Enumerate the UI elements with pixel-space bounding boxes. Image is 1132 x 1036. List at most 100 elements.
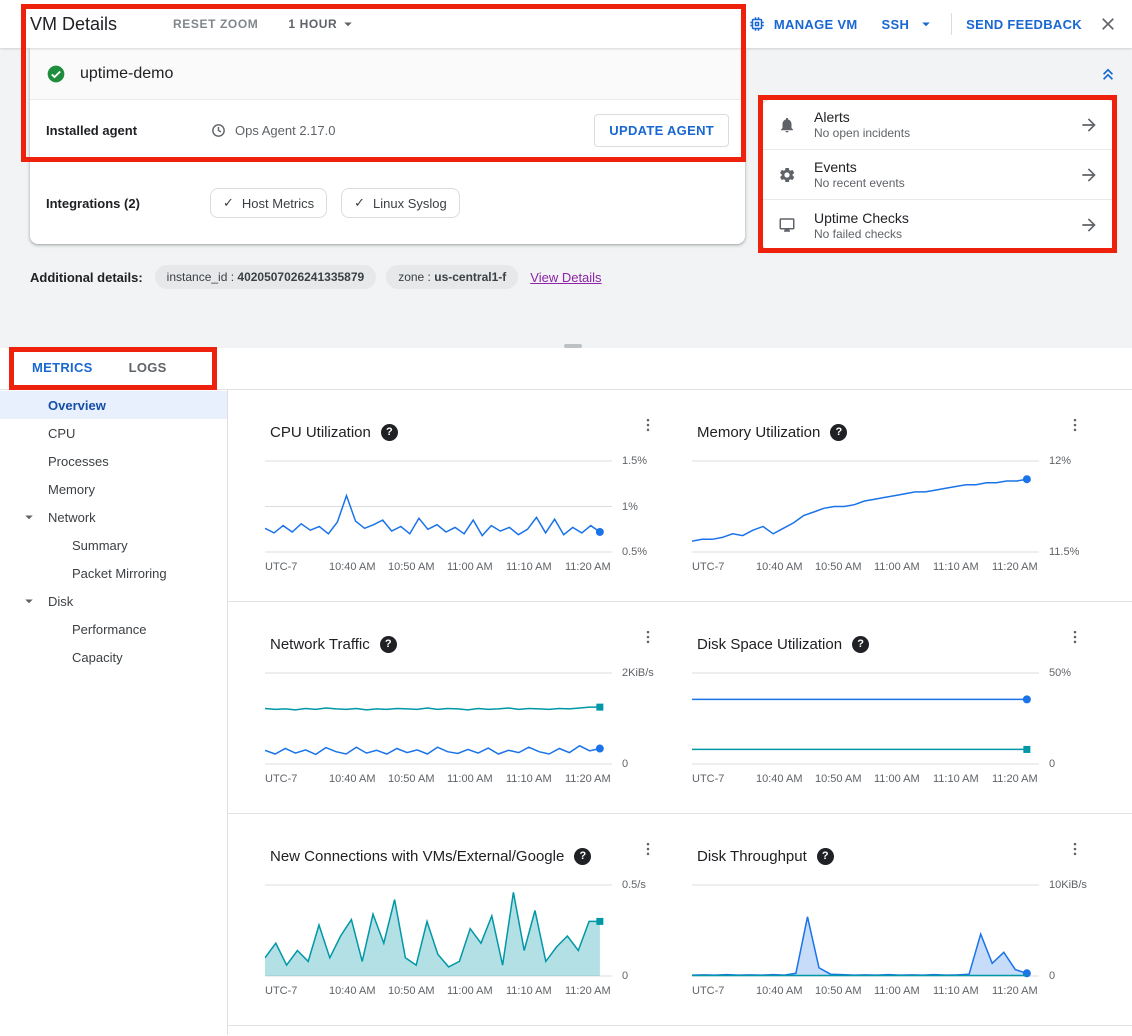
update-agent-button[interactable]: UPDATE AGENT xyxy=(594,114,729,147)
arrow-right-icon[interactable] xyxy=(1079,215,1099,235)
x-axis-label: 11:20 AM xyxy=(565,985,611,997)
side-panel-title: Events xyxy=(814,159,905,175)
kebab-menu-icon[interactable] xyxy=(1066,628,1084,646)
x-axis-label: 11:20 AM xyxy=(992,773,1038,785)
y-axis-label: 0.5/s xyxy=(622,879,646,891)
chart-header: CPU Utilization? xyxy=(228,420,655,444)
x-axis-label: 10:50 AM xyxy=(815,773,861,785)
drag-handle[interactable] xyxy=(564,344,582,348)
additional-details: Additional details: instance_id : 402050… xyxy=(30,265,602,289)
chevron-down-icon[interactable] xyxy=(20,508,38,526)
detail-chip-zone[interactable]: zone : us-central1-f xyxy=(386,265,518,289)
y-axis-label: 1.5% xyxy=(622,455,647,467)
chevron-down-icon[interactable] xyxy=(20,592,38,610)
agent-info: Ops Agent 2.17.0 xyxy=(210,122,335,139)
integration-chip-label: Host Metrics xyxy=(242,196,314,211)
help-icon[interactable]: ? xyxy=(381,424,398,441)
sidebar-item-cpu[interactable]: CPU xyxy=(0,419,227,447)
chart-disk-throughput: Disk Throughput?10KiB/s0UTC-710:40 AM10:… xyxy=(655,814,1132,1026)
side-panel-item-uptime-checks[interactable]: Uptime ChecksNo failed checks xyxy=(762,200,1115,250)
help-icon[interactable]: ? xyxy=(574,848,591,865)
chart-body: 0.5/s0 xyxy=(265,882,655,979)
ssh-button[interactable]: SSH xyxy=(882,17,910,32)
kebab-menu-icon[interactable] xyxy=(1066,416,1084,434)
chart-plot[interactable] xyxy=(265,670,612,767)
vm-card: uptime-demo Installed agent Ops Agent 2.… xyxy=(30,48,745,244)
help-icon[interactable]: ? xyxy=(852,636,869,653)
x-axis-label: 10:50 AM xyxy=(815,985,861,997)
y-axis-label: 0 xyxy=(1049,758,1055,770)
monitor-icon xyxy=(778,216,800,234)
ssh-dropdown-caret[interactable] xyxy=(917,15,935,33)
x-axis-label: 11:00 AM xyxy=(447,985,493,997)
side-panel-item-events[interactable]: EventsNo recent events xyxy=(762,150,1115,200)
reset-zoom-button[interactable]: RESET ZOOM xyxy=(173,17,258,31)
integration-chip-host-metrics[interactable]: ✓Host Metrics xyxy=(210,188,327,218)
chart-disk-space-utilization: Disk Space Utilization?50%0UTC-710:40 AM… xyxy=(655,602,1132,814)
sidebar-item-memory[interactable]: Memory xyxy=(0,475,227,503)
chart-new-connections-with-vms-external-google: New Connections with VMs/External/Google… xyxy=(228,814,655,1026)
sidebar-item-network[interactable]: Network xyxy=(0,503,227,531)
vm-details-panel: VM Details RESET ZOOM 1 HOUR MANAGE VM S… xyxy=(0,0,1132,1036)
chart-header: Disk Throughput? xyxy=(655,844,1132,868)
x-axis-label: 11:10 AM xyxy=(506,773,552,785)
chip-icon xyxy=(748,15,766,33)
x-axis-label: 11:20 AM xyxy=(992,985,1038,997)
installed-agent-label: Installed agent xyxy=(46,123,210,138)
page-title: VM Details xyxy=(30,14,117,35)
sidebar-item-packet-mirroring[interactable]: Packet Mirroring xyxy=(0,559,227,587)
x-axis-label: UTC-7 xyxy=(265,561,297,573)
kebab-menu-icon[interactable] xyxy=(1066,840,1084,858)
chart-plot[interactable] xyxy=(692,458,1039,555)
arrow-right-icon[interactable] xyxy=(1079,115,1099,135)
manage-vm-button[interactable]: MANAGE VM xyxy=(748,15,858,33)
chart-plot[interactable] xyxy=(265,882,612,979)
sidebar-item-capacity[interactable]: Capacity xyxy=(0,643,227,671)
x-axis-label: UTC-7 xyxy=(265,773,297,785)
arrow-right-icon[interactable] xyxy=(1079,165,1099,185)
chart-title: CPU Utilization xyxy=(270,424,371,441)
collapse-panel-icon[interactable] xyxy=(1098,64,1118,84)
x-axis-label: 11:10 AM xyxy=(933,773,979,785)
help-icon[interactable]: ? xyxy=(817,848,834,865)
side-panel-item-alerts[interactable]: AlertsNo open incidents xyxy=(762,100,1115,150)
tabs-row: METRICSLOGS xyxy=(0,348,1132,390)
x-axis-label: 10:40 AM xyxy=(756,985,802,997)
help-icon[interactable]: ? xyxy=(380,636,397,653)
sidebar-item-summary[interactable]: Summary xyxy=(0,531,227,559)
x-axis-labels: UTC-710:40 AM10:50 AM11:00 AM11:10 AM11:… xyxy=(265,985,655,999)
time-range-dropdown[interactable]: 1 HOUR xyxy=(288,15,357,33)
sidebar-item-label: Performance xyxy=(72,622,146,637)
detail-chip-key: zone : xyxy=(398,270,434,284)
help-icon[interactable]: ? xyxy=(830,424,847,441)
sidebar-item-label: Summary xyxy=(72,538,128,553)
x-axis-label: 11:10 AM xyxy=(506,985,552,997)
bell-icon xyxy=(778,116,800,134)
chart-plot[interactable] xyxy=(692,882,1039,979)
gear-icon xyxy=(778,166,800,184)
chart-plot[interactable] xyxy=(692,670,1039,767)
metrics-sidebar: Overview CPUProcessesMemory Network Summary… xyxy=(0,390,228,1035)
vm-status-row: uptime-demo xyxy=(30,48,745,100)
y-axis-label: 50% xyxy=(1049,667,1071,679)
sidebar-item-performance[interactable]: Performance xyxy=(0,615,227,643)
sidebar-item-processes[interactable]: Processes xyxy=(0,447,227,475)
vm-name: uptime-demo xyxy=(80,65,173,83)
tab-logs[interactable]: LOGS xyxy=(115,348,181,389)
sidebar-item-label: Network xyxy=(48,510,96,525)
side-panel-subtitle: No failed checks xyxy=(814,227,909,241)
x-axis-labels: UTC-710:40 AM10:50 AM11:00 AM11:10 AM11:… xyxy=(265,561,655,575)
x-axis-label: 11:20 AM xyxy=(565,773,611,785)
integration-chip-linux-syslog[interactable]: ✓Linux Syslog xyxy=(341,188,460,218)
sidebar-item-label: Overview xyxy=(48,398,106,413)
chart-plot[interactable] xyxy=(265,458,612,555)
tab-metrics[interactable]: METRICS xyxy=(18,348,107,389)
close-icon[interactable] xyxy=(1098,14,1118,34)
view-details-link[interactable]: View Details xyxy=(530,270,601,285)
send-feedback-button[interactable]: SEND FEEDBACK xyxy=(966,17,1082,32)
sidebar-item-overview[interactable]: Overview xyxy=(0,391,227,419)
x-axis-label: UTC-7 xyxy=(692,773,724,785)
sidebar-item-disk[interactable]: Disk xyxy=(0,587,227,615)
chart-memory-utilization: Memory Utilization?12%11.5%UTC-710:40 AM… xyxy=(655,390,1132,602)
detail-chip-instance-id[interactable]: instance_id : 4020507026241335879 xyxy=(155,265,377,289)
